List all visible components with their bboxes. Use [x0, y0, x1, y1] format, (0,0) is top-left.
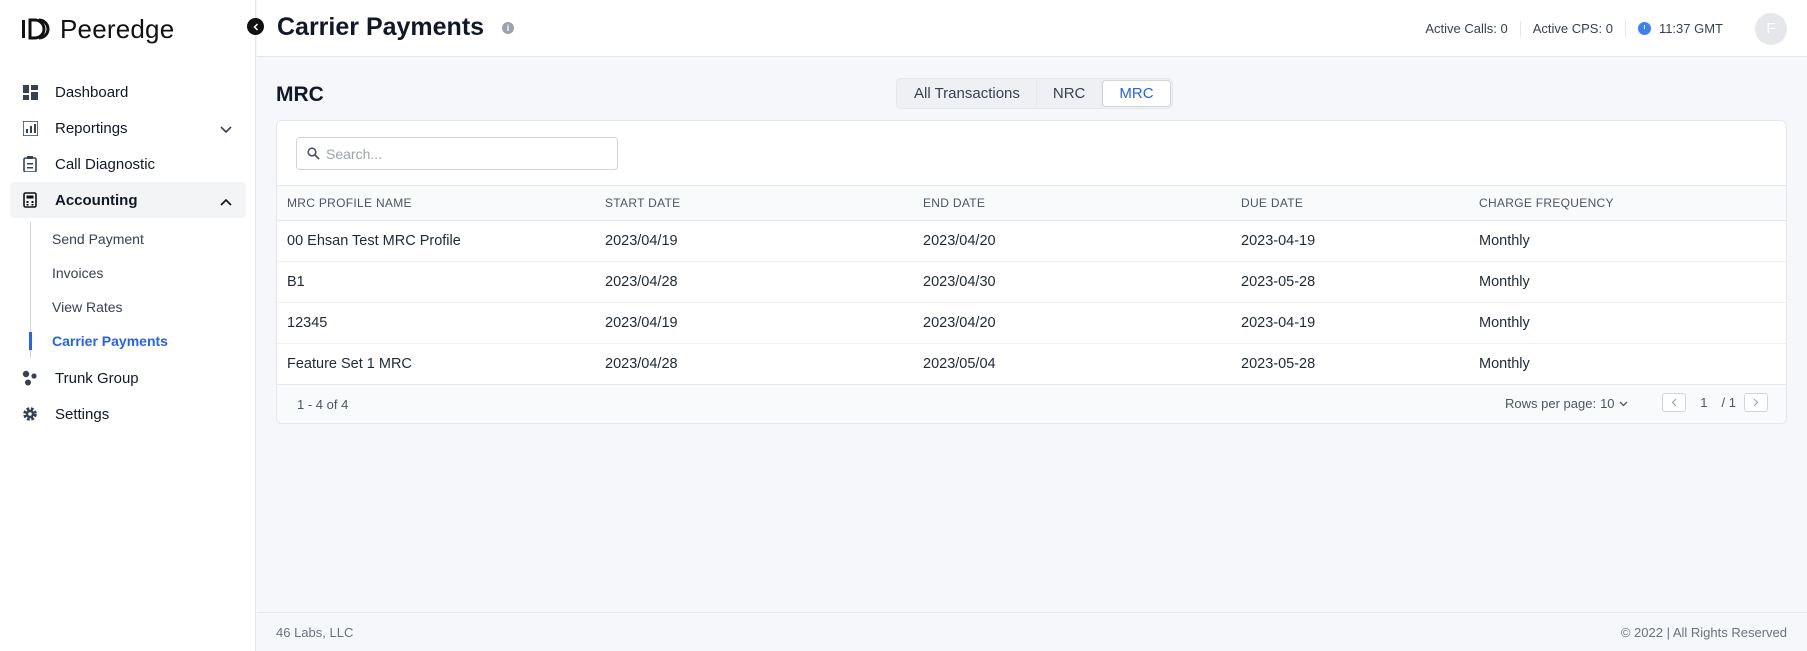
cell-end-date: 2023/05/04 [913, 343, 1231, 385]
next-page-button[interactable] [1744, 393, 1768, 412]
chevron-up-icon [220, 193, 232, 210]
search-icon [307, 147, 320, 160]
column-header-start-date[interactable]: START DATE [595, 185, 913, 221]
page-total: / 1 [1721, 395, 1736, 410]
cell-start-date: 2023/04/19 [595, 220, 913, 262]
sidebar-item-label: Call Diagnostic [55, 155, 156, 173]
call-diagnostic-icon [22, 156, 38, 172]
page-current[interactable]: 1 [1694, 395, 1713, 410]
table-row[interactable]: 12345 2023/04/19 2023/04/20 2023-04-19 M… [277, 302, 1786, 344]
search-box [296, 137, 618, 170]
tab-nrc[interactable]: NRC [1037, 80, 1103, 107]
sidebar-item-send-payment[interactable]: Send Payment [31, 222, 246, 256]
pagination-range: 1 - 4 of 4 [297, 397, 349, 412]
sidebar-item-dashboard[interactable]: Dashboard [10, 74, 246, 110]
logo-mark-icon [22, 18, 50, 40]
clock-icon [1637, 22, 1651, 35]
header-status: Active Calls: 0 Active CPS: 0 11:37 GMT … [1413, 0, 1787, 57]
table-header-row: MRC PROFILE NAME START DATE END DATE DUE… [277, 185, 1786, 221]
cell-end-date: 2023/04/20 [913, 302, 1231, 344]
brand-logo[interactable]: Peeredge [22, 14, 174, 44]
sidebar-item-settings[interactable]: Settings [10, 396, 246, 432]
table-row[interactable]: Feature Set 1 MRC 2023/04/28 2023/05/04 … [277, 343, 1786, 385]
sidebar: Peeredge Dashboard Reportings Call Diagn… [0, 0, 256, 651]
company-name: 46 Labs, LLC [276, 625, 354, 640]
table-row[interactable]: B1 2023/04/28 2023/04/30 2023-05-28 Mont… [277, 261, 1786, 303]
sidebar-item-call-diagnostic[interactable]: Call Diagnostic [10, 146, 246, 182]
tab-all-transactions[interactable]: All Transactions [898, 80, 1037, 107]
pagination: 1 / 1 [1662, 393, 1768, 412]
table-footer: 1 - 4 of 4 Rows per page: 10 1 / 1 [277, 384, 1786, 423]
cell-end-date: 2023/04/20 [913, 220, 1231, 262]
cell-profile-name: 12345 [277, 302, 595, 344]
cell-end-date: 2023/04/30 [913, 261, 1231, 303]
collapse-sidebar-button[interactable] [247, 18, 264, 35]
chevron-right-icon [1753, 398, 1759, 407]
rows-per-page[interactable]: Rows per page: 10 [1505, 396, 1628, 411]
chevron-left-icon [252, 22, 258, 31]
rows-per-page-value: 10 [1600, 396, 1615, 411]
table-row[interactable]: 00 Ehsan Test MRC Profile 2023/04/19 202… [277, 220, 1786, 262]
page-footer: 46 Labs, LLC © 2022 | All Rights Reserve… [257, 612, 1807, 651]
sidebar-item-label: Reportings [55, 119, 128, 137]
sidebar-item-view-rates[interactable]: View Rates [31, 290, 246, 324]
cell-charge-frequency: Monthly [1469, 220, 1786, 262]
sidebar-item-label: Settings [55, 405, 110, 423]
sidebar-item-label: Accounting [55, 191, 138, 209]
trunk-group-icon [22, 370, 38, 386]
gear-icon [22, 406, 38, 422]
cell-charge-frequency: Monthly [1469, 343, 1786, 385]
avatar[interactable]: F [1755, 12, 1787, 45]
cell-due-date: 2023-04-19 [1231, 302, 1469, 344]
cell-charge-frequency: Monthly [1469, 302, 1786, 344]
column-header-end-date[interactable]: END DATE [913, 185, 1231, 221]
chevron-down-icon [1619, 401, 1627, 406]
cell-start-date: 2023/04/28 [595, 261, 913, 303]
mrc-table-card: MRC PROFILE NAME START DATE END DATE DUE… [276, 120, 1787, 424]
time-text: 11:37 GMT [1658, 21, 1723, 36]
column-header-profile-name[interactable]: MRC PROFILE NAME [277, 185, 595, 221]
sidebar-item-trunk-group[interactable]: Trunk Group [10, 360, 246, 396]
server-time: 11:37 GMT [1626, 21, 1723, 36]
previous-page-button[interactable] [1662, 393, 1687, 412]
sidebar-item-label: Dashboard [55, 83, 129, 101]
cell-due-date: 2023-05-28 [1231, 343, 1469, 385]
calculator-icon [22, 192, 38, 208]
page-title: Carrier Payments [277, 13, 485, 41]
active-calls: Active Calls: 0 [1413, 20, 1521, 37]
sidebar-item-invoices[interactable]: Invoices [31, 256, 246, 290]
tab-mrc[interactable]: MRC [1102, 80, 1171, 107]
cell-profile-name: B1 [277, 261, 595, 303]
mrc-table: MRC PROFILE NAME START DATE END DATE DUE… [277, 185, 1786, 385]
cell-profile-name: Feature Set 1 MRC [277, 343, 595, 385]
info-icon[interactable]: i [502, 22, 514, 34]
top-header: Carrier Payments i Active Calls: 0 Activ… [257, 0, 1807, 57]
accounting-submenu: Send Payment Invoices View Rates Carrier… [29, 222, 246, 358]
cell-start-date: 2023/04/19 [595, 302, 913, 344]
brand-name: Peeredge [60, 13, 175, 44]
cell-profile-name: 00 Ehsan Test MRC Profile [277, 220, 595, 262]
sidebar-item-label: Trunk Group [55, 369, 139, 387]
reportings-icon [22, 120, 38, 136]
chevron-left-icon [1671, 398, 1677, 407]
sidebar-item-reportings[interactable]: Reportings [10, 110, 246, 146]
cell-start-date: 2023/04/28 [595, 343, 913, 385]
active-cps: Active CPS: 0 [1521, 20, 1626, 37]
copyright: © 2022 | All Rights Reserved [1620, 625, 1787, 640]
section-title: MRC [276, 83, 324, 106]
cell-charge-frequency: Monthly [1469, 261, 1786, 303]
cell-due-date: 2023-04-19 [1231, 220, 1469, 262]
rows-per-page-label: Rows per page: [1505, 396, 1597, 411]
transaction-type-tabs: All Transactions NRC MRC [896, 78, 1173, 109]
cell-due-date: 2023-05-28 [1231, 261, 1469, 303]
search-input[interactable] [326, 145, 606, 162]
sidebar-nav: Dashboard Reportings Call Diagnostic Acc… [10, 74, 246, 432]
dashboard-icon [22, 84, 38, 100]
sidebar-item-carrier-payments[interactable]: Carrier Payments [29, 324, 246, 358]
chevron-down-icon [220, 121, 232, 138]
sidebar-item-accounting[interactable]: Accounting [10, 182, 246, 218]
column-header-due-date[interactable]: DUE DATE [1231, 185, 1469, 221]
column-header-charge-frequency[interactable]: CHARGE FREQUENCY [1469, 185, 1786, 221]
